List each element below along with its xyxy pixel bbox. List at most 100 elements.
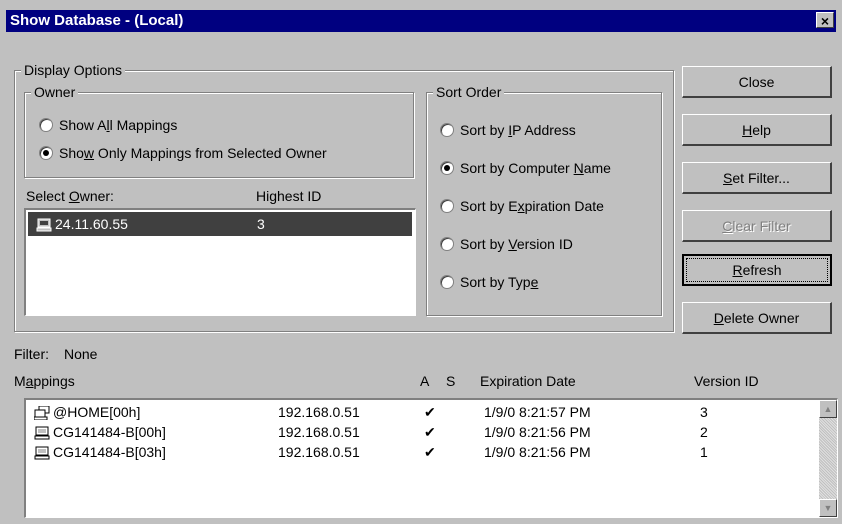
radio-circle: [440, 123, 454, 138]
column-a-header: A: [420, 373, 430, 389]
sort-option-label-rest: P Address: [512, 122, 576, 138]
owner-address: 24.11.60.55: [55, 216, 128, 232]
sort-option-accel: e: [530, 274, 539, 290]
clear-filter-label: lear Filter: [732, 218, 791, 234]
sort-option-1[interactable]: Sort by Computer Name: [440, 158, 611, 178]
filter-value: None: [64, 346, 98, 362]
refresh-button[interactable]: Refresh: [682, 254, 832, 286]
refresh-accel: R: [732, 262, 743, 278]
sort-option-accel: x: [517, 198, 525, 214]
mapping-version: 2: [700, 424, 708, 440]
filter-label: Filter:: [14, 346, 49, 362]
set-filter-button[interactable]: Set Filter...: [682, 162, 832, 194]
mapping-row[interactable]: CG141484-B[03h] 192.168.0.51 ✔ 1/9/0 8:21:5…: [30, 442, 810, 462]
mapping-expiration: 1/9/0 8:21:56 PM: [484, 424, 591, 440]
sort-option-0[interactable]: Sort by IP Address: [440, 120, 576, 140]
sort-option-label: Sort by Computer: [460, 160, 574, 176]
mapping-ip: 192.168.0.51: [278, 444, 360, 460]
display-options-legend: Display Options: [21, 62, 126, 78]
mappings-scrollbar[interactable]: ▲ ▼: [819, 400, 837, 517]
clear-filter-button[interactable]: Clear Filter: [682, 210, 832, 242]
title-bar: Show Database - (Local) ×: [6, 10, 836, 32]
mappings-list[interactable]: @HOME[00h] 192.168.0.51 ✔ 1/9/0 8:21:57 PM 3…: [24, 398, 838, 518]
owner-group: Owner Show All Mappings Show Only Mappin…: [24, 84, 414, 178]
sort-option-3[interactable]: Sort by Version ID: [440, 234, 573, 254]
radio-circle: [440, 237, 454, 252]
owner-highest-id: 3: [257, 216, 265, 232]
radio-circle: [440, 275, 454, 290]
mapping-name: CG141484-B[00h]: [53, 424, 166, 440]
mapping-row[interactable]: @HOME[00h] 192.168.0.51 ✔ 1/9/0 8:21:57 PM 3: [30, 402, 810, 422]
sort-option-label: Sort by E: [460, 198, 518, 214]
mappings-header: Mappings: [14, 372, 75, 390]
delete-owner-button[interactable]: Delete Owner: [682, 302, 832, 334]
computer-icon: [34, 446, 50, 460]
mapping-active: ✔: [424, 424, 436, 440]
radio-circle-selected: [39, 146, 53, 161]
close-button-label: Close: [738, 74, 775, 90]
owner-legend: Owner: [31, 84, 79, 100]
select-owner-text: Select: [26, 188, 69, 204]
sort-option-accel: N: [573, 160, 584, 176]
mapping-version: 3: [700, 404, 708, 420]
select-owner-text-rest: wner:: [79, 188, 114, 204]
column-expiration-header: Expiration Date: [480, 373, 576, 389]
sort-option-label: Sort by: [460, 122, 509, 138]
show-only-accel: w: [83, 145, 95, 161]
sort-option-label: Sort by: [460, 236, 509, 252]
owner-address-cell: 24.11.60.55: [36, 212, 128, 236]
sort-option-2[interactable]: Sort by Expiration Date: [440, 196, 604, 216]
sort-option-accel: V: [508, 236, 517, 252]
mapping-row[interactable]: CG141484-B[00h] 192.168.0.51 ✔ 1/9/0 8:21:5…: [30, 422, 810, 442]
mapping-name-cell: CG141484-B[03h]: [34, 442, 166, 462]
show-only-selected-owner-radio[interactable]: Show Only Mappings from Selected Owner: [39, 143, 327, 163]
owner-row-selected[interactable]: 24.11.60.55 3: [28, 212, 412, 236]
mapping-expiration: 1/9/0 8:21:56 PM: [484, 444, 591, 460]
mapping-name: CG141484-B[03h]: [53, 444, 166, 460]
sort-option-label-rest: piration Date: [524, 198, 604, 214]
sort-option-4[interactable]: Sort by Type: [440, 272, 538, 292]
show-only-label: Sho: [59, 145, 84, 161]
show-all-mappings-radio[interactable]: Show All Mappings: [39, 115, 177, 135]
owner-list[interactable]: 24.11.60.55 3: [24, 208, 416, 316]
show-only-label-rest: Only Mappings from Selected Owner: [94, 145, 327, 161]
computer-icon: [34, 426, 50, 440]
group-computers-icon: [34, 406, 50, 421]
close-button[interactable]: Close: [682, 66, 832, 98]
select-owner-accel: O: [68, 188, 80, 204]
help-button[interactable]: Help: [682, 114, 832, 146]
sort-option-label: Sort by Typ: [460, 274, 531, 290]
sort-order-legend: Sort Order: [433, 84, 505, 100]
help-accel: H: [742, 122, 753, 138]
mapping-name-cell: CG141484-B[00h]: [34, 422, 166, 442]
mappings-header-text: M: [14, 373, 26, 389]
help-label: elp: [752, 122, 771, 138]
show-all-label: Show A: [59, 117, 107, 133]
sort-option-label-rest: ersion ID: [516, 236, 573, 252]
mapping-name: @HOME[00h]: [53, 404, 141, 420]
window-title: Show Database - (Local): [10, 12, 184, 29]
delete-owner-label: elete Owner: [723, 310, 800, 326]
sort-option-label-rest: ame: [583, 160, 611, 176]
mapping-version: 1: [700, 444, 708, 460]
radio-circle: [39, 118, 53, 133]
mapping-expiration: 1/9/0 8:21:57 PM: [484, 404, 591, 420]
mapping-active: ✔: [424, 444, 436, 460]
scroll-down-button[interactable]: ▼: [819, 499, 837, 517]
set-filter-label: et Filter...: [732, 170, 790, 186]
mapping-name-cell: @HOME[00h]: [34, 402, 140, 422]
delete-owner-accel: D: [713, 310, 724, 326]
computer-icon: [36, 218, 52, 232]
column-s-header: S: [446, 373, 456, 389]
show-all-label-rest: l Mappings: [109, 117, 178, 133]
column-version-header: Version ID: [694, 373, 759, 389]
clear-filter-accel: C: [722, 218, 733, 234]
scroll-up-button[interactable]: ▲: [819, 400, 837, 418]
mapping-ip: 192.168.0.51: [278, 424, 360, 440]
highest-id-header: Highest ID: [256, 188, 322, 204]
radio-circle: [440, 161, 454, 176]
radio-circle: [440, 199, 454, 214]
select-owner-label: Select Owner:: [26, 186, 114, 206]
close-icon[interactable]: ×: [816, 12, 834, 29]
set-filter-accel: S: [723, 170, 733, 186]
